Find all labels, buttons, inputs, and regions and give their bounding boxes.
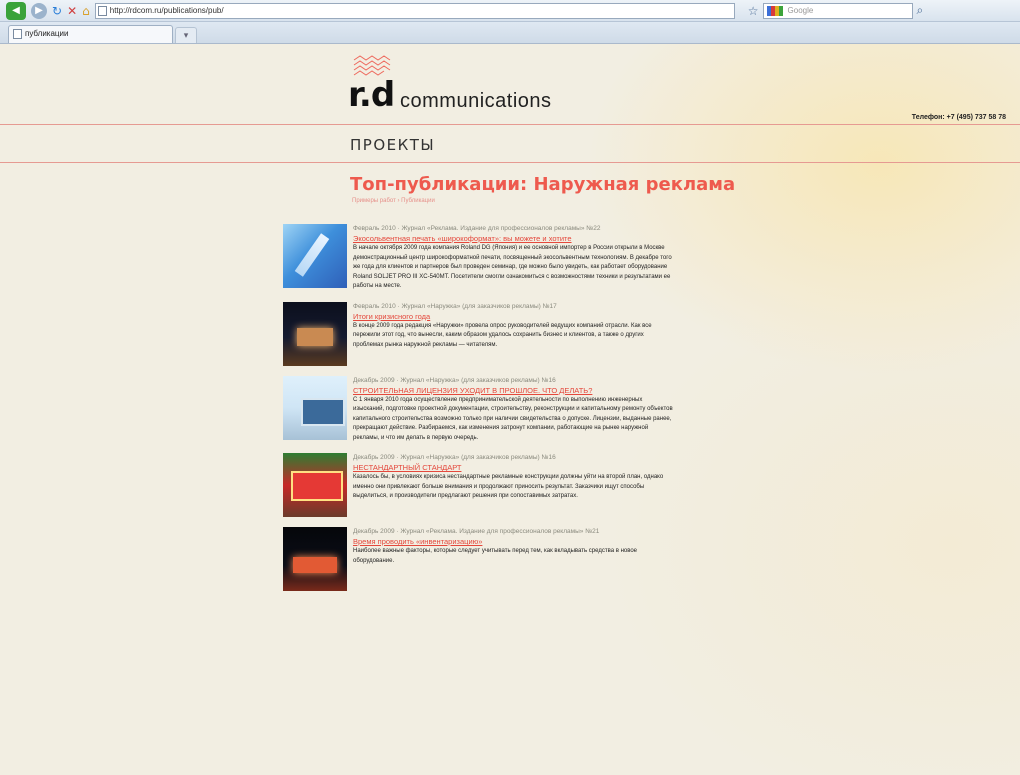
phone-number: Телефон: +7 (495) 737 58 78 — [911, 114, 1006, 121]
article-title-link[interactable]: Время проводить «инвентаризацию» — [353, 536, 673, 547]
address-url: http://rdcom.ru/publications/pub/ — [109, 5, 224, 15]
favorite-star-icon[interactable]: ☆ — [748, 4, 759, 18]
google-logo-icon — [766, 5, 783, 16]
article-text: Наиболее важные факторы, которые следует… — [353, 548, 638, 564]
article-meta: Декабрь 2009 · Журнал «Наружка» (для зак… — [353, 376, 556, 384]
list-item: Февраль 2010 · Журнал «Наружка» (для зак… — [283, 301, 673, 366]
page-icon — [13, 29, 22, 39]
logo-communications-text: communications — [400, 90, 552, 112]
list-item: Декабрь 2009 · Журнал «Наружка» (для зак… — [283, 453, 673, 517]
article-meta: Декабрь 2009 · Журнал «Реклама. Издание … — [353, 528, 600, 535]
article-text: В конце 2009 года редакция «Наружки» про… — [353, 322, 652, 348]
tab-title: публикации — [25, 29, 69, 38]
page-icon — [97, 5, 107, 16]
page-title: Топ-публикации: Наружная реклама — [350, 174, 736, 195]
browser-toolbar: ◀ ▶ ↻ ✕ ⌂ http://rdcom.ru/publications/p… — [0, 0, 1020, 22]
article-body: Февраль 2010 · Журнал «Реклама. Издание … — [353, 224, 673, 292]
address-bar[interactable]: http://rdcom.ru/publications/pub/ — [94, 2, 735, 19]
new-tab-button[interactable]: ▾ — [175, 27, 197, 43]
list-item: Февраль 2010 · Журнал «Реклама. Издание … — [283, 224, 673, 292]
search-placeholder: Google — [787, 5, 814, 15]
back-arrow-icon[interactable]: ◀ — [6, 1, 26, 20]
article-title-link[interactable]: Итоги кризисного года — [353, 311, 673, 322]
stop-icon[interactable]: ✕ — [67, 4, 77, 18]
article-body: Декабрь 2009 · Журнал «Наружка» (для зак… — [353, 376, 673, 444]
article-thumbnail[interactable] — [283, 224, 347, 288]
article-thumbnail[interactable] — [283, 453, 347, 517]
article-text: С 1 января 2010 года осуществление предп… — [353, 396, 673, 441]
article-text: В начале октября 2009 года компания Rola… — [353, 245, 672, 289]
search-icon[interactable]: ⌕ — [917, 3, 924, 18]
article-body: Декабрь 2009 · Журнал «Наружка» (для зак… — [353, 453, 673, 517]
section-title[interactable]: ПРОЕКТЫ — [350, 136, 435, 154]
article-title-link[interactable]: СТРОИТЕЛЬНАЯ ЛИЦЕНЗИЯ УХОДИТ В ПРОШЛОЕ. … — [353, 385, 673, 396]
list-item: Декабрь 2009 · Журнал «Реклама. Издание … — [283, 527, 673, 591]
tab-publications[interactable]: публикации — [8, 25, 173, 43]
article-text: Казалось бы, в условиях кризиса нестанда… — [353, 474, 664, 499]
browser-right-tools: ☆ Google ⌕ — [748, 2, 924, 19]
search-input[interactable]: Google — [762, 2, 913, 19]
article-title-link[interactable]: НЕСТАНДАРТНЫЙ СТАНДАРТ — [353, 462, 673, 473]
article-meta: Февраль 2010 · Журнал «Реклама. Издание … — [353, 225, 601, 232]
site-logo[interactable]: r.d communications — [348, 54, 588, 114]
breadcrumb[interactable]: Примеры работ › Публикации — [352, 198, 435, 204]
article-thumbnail[interactable] — [283, 527, 347, 591]
article-meta: Декабрь 2009 · Журнал «Наружка» (для зак… — [353, 454, 556, 461]
logo-rd-text: r.d — [348, 75, 395, 115]
divider — [0, 124, 1020, 125]
divider — [0, 162, 1020, 163]
article-body: Декабрь 2009 · Журнал «Реклама. Издание … — [353, 527, 673, 591]
article-title-link[interactable]: Экосольвентная печать «широкоформат»: вы… — [353, 233, 673, 244]
article-thumbnail[interactable] — [283, 301, 347, 366]
refresh-icon[interactable]: ↻ — [52, 4, 62, 18]
list-item: Декабрь 2009 · Журнал «Наружка» (для зак… — [283, 375, 673, 444]
tab-bar: публикации ▾ — [0, 22, 1020, 44]
web-page: r.d communications Телефон: +7 (495) 737… — [0, 44, 1020, 775]
home-icon[interactable]: ⌂ — [82, 4, 90, 18]
article-list: Февраль 2010 · Журнал «Реклама. Издание … — [283, 224, 673, 601]
article-thumbnail[interactable] — [283, 375, 347, 440]
article-body: Февраль 2010 · Журнал «Наружка» (для зак… — [353, 302, 673, 366]
article-meta: Февраль 2010 · Журнал «Наружка» (для зак… — [353, 302, 557, 310]
forward-arrow-icon[interactable]: ▶ — [31, 2, 47, 19]
